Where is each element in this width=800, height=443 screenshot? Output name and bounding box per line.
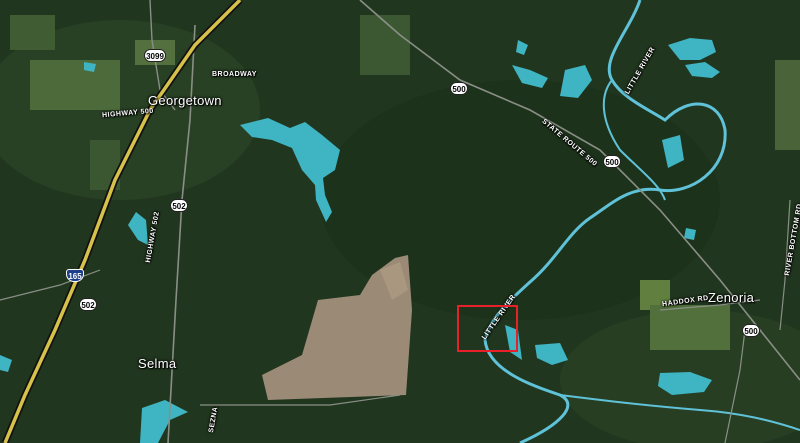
map-imagery (0, 0, 800, 443)
pond (684, 228, 696, 240)
route-shield-500: 500 (450, 82, 468, 95)
field (10, 15, 55, 50)
route-shield-500: 500 (603, 155, 621, 168)
highlight-box (457, 305, 518, 352)
place-label-selma: Selma (138, 356, 177, 371)
route-shield-165: 165 (66, 269, 84, 282)
field (775, 60, 800, 150)
field (30, 60, 120, 110)
field (360, 15, 410, 75)
field (650, 305, 730, 350)
place-label-georgetown: Georgetown (148, 93, 222, 108)
route-shield-500: 500 (742, 324, 760, 337)
route-shield-3099: 3099 (144, 49, 166, 62)
road-label-broadway: BROADWAY (212, 71, 257, 78)
satellite-map[interactable]: Georgetown Selma Zenoria HIGHWAY 500 BRO… (0, 0, 800, 443)
route-shield-502: 502 (170, 199, 188, 212)
place-label-zenoria: Zenoria (708, 290, 755, 305)
route-shield-502: 502 (79, 298, 97, 311)
